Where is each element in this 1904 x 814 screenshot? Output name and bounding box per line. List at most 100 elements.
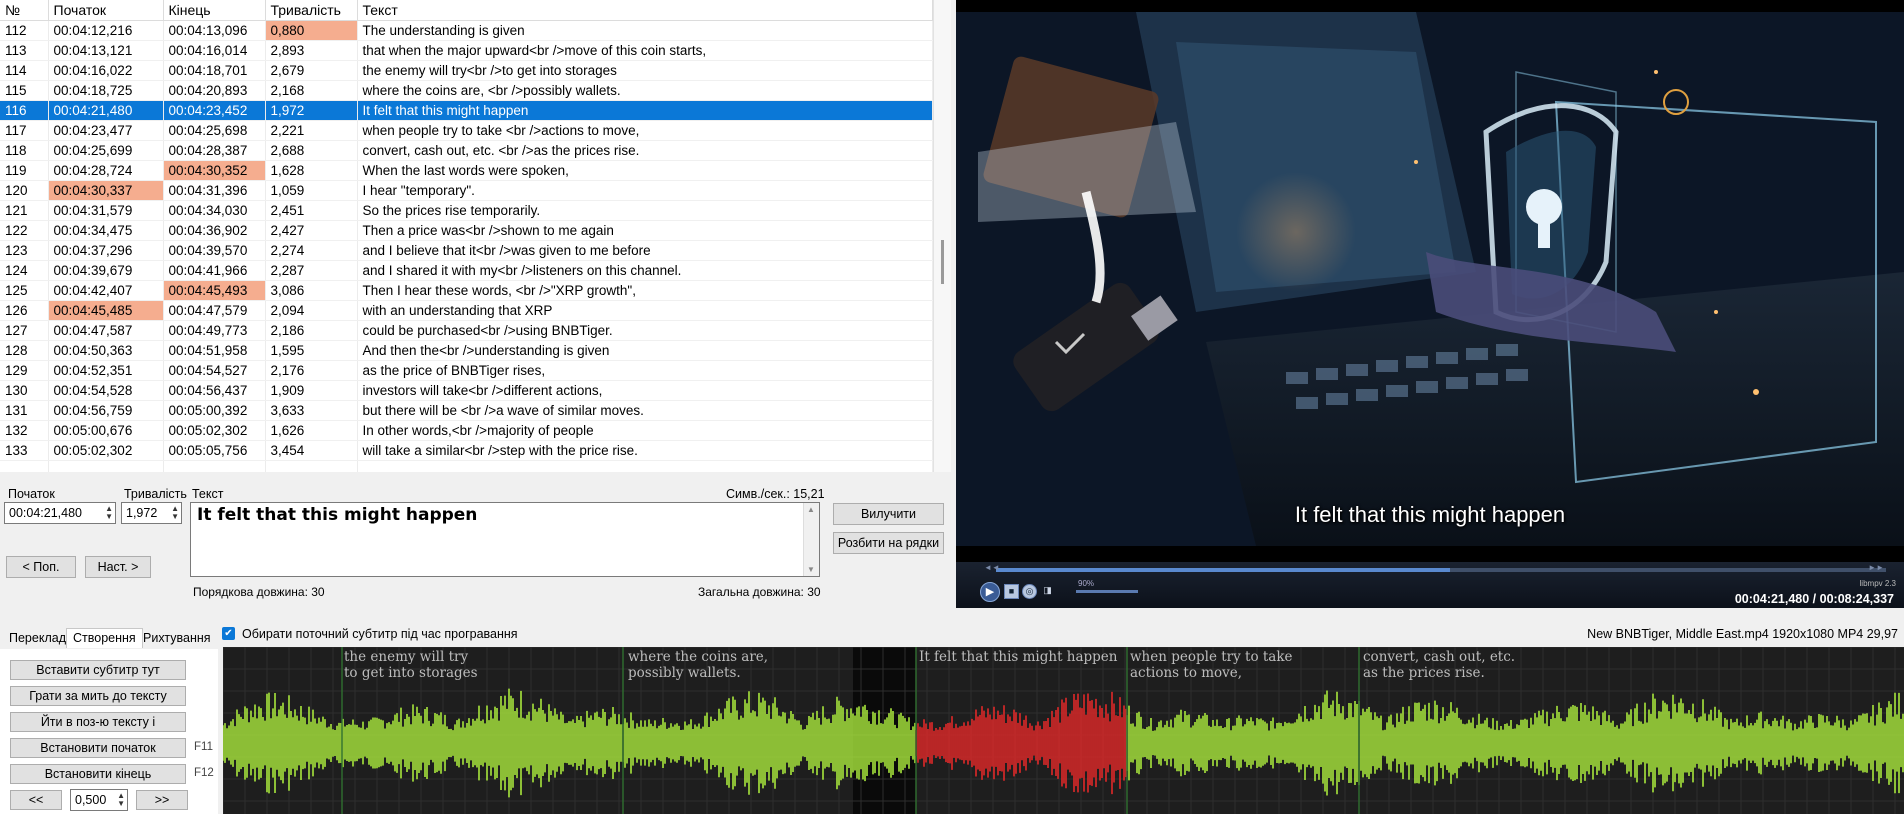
cell-start: 00:04:21,480	[48, 100, 164, 121]
cell-n: 133	[0, 440, 49, 461]
col-end-header[interactable]: Кінець	[163, 0, 266, 21]
cell-start: 00:04:12,216	[48, 20, 164, 41]
remove-button[interactable]: Вилучити	[833, 503, 944, 525]
col-text-header[interactable]: Текст	[357, 0, 933, 21]
table-row[interactable]: 133 00:05:02,302 00:05:05,756 3,454 will tak…	[0, 440, 933, 461]
table-row[interactable]: 129 00:04:52,351 00:04:54,527 2,176 as the p…	[0, 360, 933, 381]
cell-dur: 2,287	[265, 260, 358, 281]
table-row[interactable]: 114 00:04:16,022 00:04:18,701 2,679 the enem…	[0, 60, 933, 81]
col-number-header[interactable]: №	[0, 0, 49, 21]
spinner-arrows-icon[interactable]: ▲ ▼	[105, 505, 113, 521]
seek-bar[interactable]	[996, 568, 1886, 572]
video-player[interactable]: It felt that this might happen ◄◄ ►► ▶ ■…	[956, 0, 1904, 608]
tab-translate[interactable]: Переклад	[2, 628, 73, 648]
table-row[interactable]: 112 00:04:12,216 00:04:13,096 0,880 The unde…	[0, 20, 933, 41]
waveform-segment-label[interactable]: the enemy will try to get into storages	[344, 649, 478, 681]
cell-dur: 2,186	[265, 320, 358, 341]
step-value: 0,500	[75, 793, 107, 807]
cell-n: 114	[0, 60, 49, 81]
seek-forward-icon[interactable]: ►►	[1868, 563, 1884, 572]
col-duration-header[interactable]: Тривалість	[265, 0, 358, 21]
grid-scroll-thumb[interactable]	[941, 240, 944, 284]
set-start-button[interactable]: Встановити початок	[10, 738, 186, 758]
table-row[interactable]: 132 00:05:00,676 00:05:02,302 1,626 In other…	[0, 420, 933, 441]
previous-button[interactable]: < Поп.	[6, 556, 76, 578]
waveform-segment-label[interactable]: where the coins are, possibly wallets.	[628, 649, 768, 681]
cell-dur: 3,633	[265, 400, 358, 421]
cell-dur: 2,221	[265, 120, 358, 141]
cell-start: 00:04:23,477	[48, 120, 164, 141]
cell-n: 128	[0, 340, 49, 361]
waveform-panel[interactable]: the enemy will try to get into storages w…	[223, 647, 1904, 814]
table-row[interactable]: 123 00:04:37,296 00:04:39,570 2,274 and I be…	[0, 240, 933, 261]
table-row[interactable]: 124 00:04:39,679 00:04:41,966 2,287 and I sh…	[0, 260, 933, 281]
table-row[interactable]: 130 00:04:54,528 00:04:56,437 1,909 investor…	[0, 380, 933, 401]
cell-text: And then the<br />understanding is given	[357, 340, 933, 361]
seek-back-button[interactable]: <<	[10, 790, 62, 810]
table-row[interactable]: 120 00:04:30,337 00:04:31,396 1,059 I hear "…	[0, 180, 933, 201]
table-row[interactable]: 122 00:04:34,475 00:04:36,902 2,427 Then a p…	[0, 220, 933, 241]
start-time-input[interactable]: 00:04:21,480 ▲ ▼	[4, 502, 116, 524]
cell-n: 124	[0, 260, 49, 281]
volume-slider[interactable]	[1076, 590, 1138, 593]
cell-end: 00:04:16,014	[163, 40, 266, 61]
tab-create[interactable]: Створення	[66, 628, 143, 648]
waveform-segment-label[interactable]: convert, cash out, etc. as the prices ri…	[1363, 649, 1515, 681]
table-row[interactable]: 126 00:04:45,485 00:04:47,579 2,094 with an …	[0, 300, 933, 321]
insert-subtitle-button[interactable]: Вставити субтитр тут	[10, 660, 186, 680]
spinner-arrows-icon[interactable]: ▲ ▼	[117, 792, 125, 808]
scroll-down-icon[interactable]: ▼	[807, 565, 815, 574]
fullscreen-icon[interactable]: ◎	[1022, 584, 1037, 599]
table-row[interactable]: 119 00:04:28,724 00:04:30,352 1,628 When the…	[0, 160, 933, 181]
cell-n: 129	[0, 360, 49, 381]
table-row[interactable]: 118 00:04:25,699 00:04:28,387 2,688 convert,…	[0, 140, 933, 161]
step-input[interactable]: 0,500 ▲ ▼	[70, 789, 128, 811]
table-row[interactable]: 127 00:04:47,587 00:04:49,773 2,186 could be…	[0, 320, 933, 341]
stop-icon[interactable]: ■	[1004, 584, 1019, 599]
cell-end: 00:04:41,966	[163, 260, 266, 281]
waveform-segment-label[interactable]: It felt that this might happen	[919, 649, 1118, 665]
cell-dur: 2,427	[265, 220, 358, 241]
player-name: libmpv 2.3	[1859, 579, 1896, 588]
video-frame[interactable]	[956, 12, 1904, 546]
cell-start: 00:04:34,475	[48, 220, 164, 241]
table-row[interactable]: 125 00:04:42,407 00:04:45,493 3,086 Then I h…	[0, 280, 933, 301]
table-row[interactable]: 117 00:04:23,477 00:04:25,698 2,221 when peo…	[0, 120, 933, 141]
select-current-checkbox[interactable]: ✔	[222, 627, 235, 640]
table-row[interactable]: 116 00:04:21,480 00:04:23,452 1,972 It felt …	[0, 100, 933, 121]
cell-end: 00:04:18,701	[163, 60, 266, 81]
go-to-text-button[interactable]: Йти в поз-ю тексту і	[10, 712, 186, 732]
table-row[interactable]: 121 00:04:31,579 00:04:34,030 2,451 So the p…	[0, 200, 933, 221]
cell-n: 115	[0, 80, 49, 101]
split-lines-button[interactable]: Розбити на рядки	[833, 532, 944, 554]
play-icon[interactable]: ▶	[980, 582, 1000, 602]
duration-input[interactable]: 1,972 ▲ ▼	[121, 502, 182, 524]
subtitle-text-area[interactable]: It felt that this might happen ▲ ▼	[190, 502, 820, 577]
cell-n: 112	[0, 20, 49, 41]
subtitle-grid[interactable]: № Початок Кінець Тривалість Текст 112 00:…	[0, 0, 951, 481]
duration-value: 1,972	[126, 506, 158, 520]
mute-icon[interactable]: ◨	[1040, 584, 1055, 599]
set-end-button[interactable]: Встановити кінець	[10, 764, 186, 784]
table-row[interactable]: 128 00:04:50,363 00:04:51,958 1,595 And then…	[0, 340, 933, 361]
cell-dur: 1,972	[265, 100, 358, 121]
seek-back-icon[interactable]: ◄◄	[984, 563, 1000, 572]
col-start-header[interactable]: Початок	[48, 0, 164, 21]
cell-start: 00:04:52,351	[48, 360, 164, 381]
table-row[interactable]: 115 00:04:18,725 00:04:20,893 2,168 where th…	[0, 80, 933, 101]
cell-end: 00:04:20,893	[163, 80, 266, 101]
play-before-text-button[interactable]: Грати за мить до тексту	[10, 686, 186, 706]
text-area-scrollbar[interactable]: ▲ ▼	[803, 503, 819, 576]
scroll-up-icon[interactable]: ▲	[807, 505, 815, 514]
seek-forward-button[interactable]: >>	[136, 790, 188, 810]
spinner-arrows-icon[interactable]: ▲ ▼	[171, 505, 179, 521]
cell-start: 00:04:45,485	[48, 300, 164, 321]
waveform-segment-label[interactable]: when people try to take actions to move,	[1130, 649, 1293, 681]
table-row[interactable]: 131 00:04:56,759 00:05:00,392 3,633 but ther…	[0, 400, 933, 421]
cell-end: 00:05:02,302	[163, 420, 266, 441]
table-row[interactable]: 113 00:04:13,121 00:04:16,014 2,893 that whe…	[0, 40, 933, 61]
grid-scrollbar[interactable]	[933, 0, 951, 472]
tab-adjust[interactable]: Рихтування	[136, 628, 218, 648]
cell-text: as the price of BNBTiger rises,	[357, 360, 933, 381]
next-button[interactable]: Наст. >	[85, 556, 151, 578]
